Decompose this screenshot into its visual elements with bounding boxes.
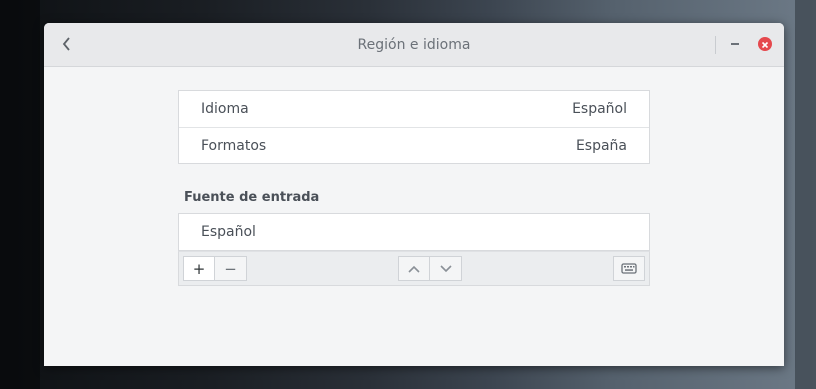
input-source-label: Español [201,224,256,240]
move-down-button[interactable] [430,256,462,281]
input-sources-list: Español [178,213,650,251]
show-keyboard-layout-button[interactable] [613,256,645,281]
add-input-source-button[interactable]: + [183,256,215,281]
minimize-button[interactable] [725,34,745,54]
input-sources-toolbar: + − [178,251,650,286]
keyboard-icon [621,263,637,274]
input-source-item[interactable]: Español [179,214,649,250]
settings-list: Idioma Español Formatos España [178,90,650,164]
titlebar-separator [715,36,716,54]
chevron-down-icon [439,264,452,272]
minus-icon: − [224,259,237,278]
move-up-button[interactable] [398,256,430,281]
chevron-left-icon [62,37,70,51]
language-label: Idioma [201,101,249,117]
language-row[interactable]: Idioma Español [179,91,649,127]
remove-input-source-button[interactable]: − [215,256,247,281]
window-title: Región e idioma [357,36,471,53]
plus-icon: + [192,259,206,278]
add-remove-group: + − [183,256,247,281]
close-icon [758,37,772,51]
layout-group [613,256,645,281]
region-content: Idioma Español Formatos España Fuente de… [178,90,650,286]
formats-label: Formatos [201,137,267,154]
reorder-group [398,256,462,281]
back-button[interactable] [56,33,78,55]
formats-value: España [575,137,627,154]
language-value: Español [572,101,627,117]
settings-window: Región e idioma Idioma Español Formatos … [44,23,784,366]
chevron-up-icon [408,265,420,273]
input-sources-heading: Fuente de entrada [184,190,320,205]
close-button[interactable] [755,34,775,54]
title-bar: Región e idioma [44,23,784,67]
formats-row[interactable]: Formatos España [179,127,649,163]
